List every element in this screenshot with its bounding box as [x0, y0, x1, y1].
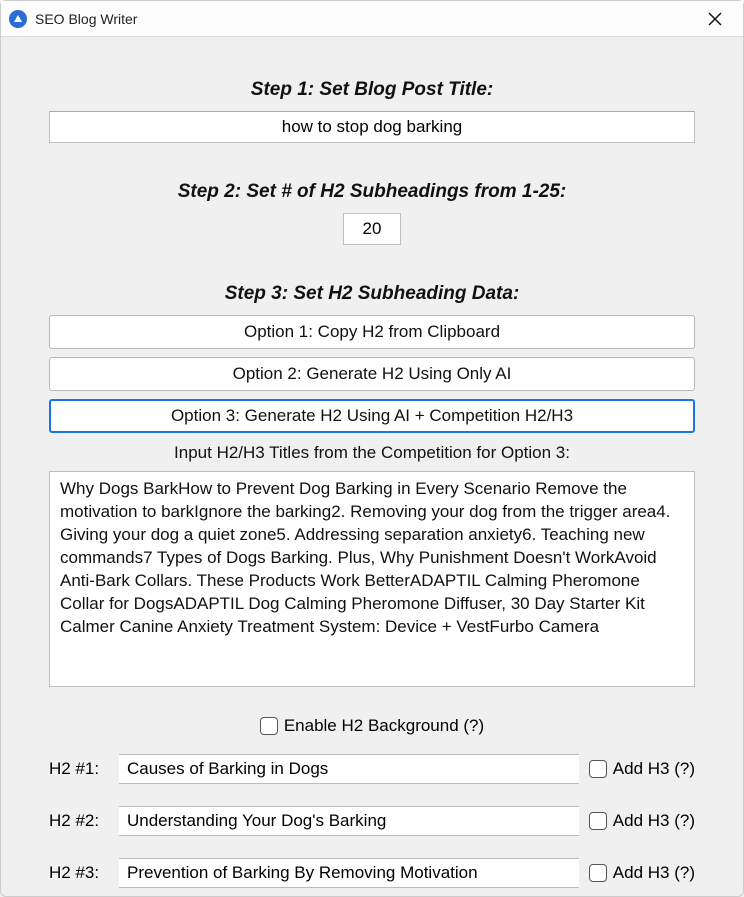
add-h3-label: Add H3 (?): [613, 863, 695, 883]
option2-button[interactable]: Option 2: Generate H2 Using Only AI: [49, 357, 695, 391]
h2-row-1: H2 #1: Add H3 (?): [49, 754, 695, 784]
h2-input-3[interactable]: [119, 858, 579, 888]
add-h3-group-3: Add H3 (?): [589, 863, 695, 883]
add-h3-group-2: Add H3 (?): [589, 811, 695, 831]
h2-input-1[interactable]: [119, 754, 579, 784]
add-h3-checkbox-1[interactable]: [589, 760, 607, 778]
h2-input-2[interactable]: [119, 806, 579, 836]
h2-count-input[interactable]: [343, 213, 401, 245]
enable-bg-row: Enable H2 Background (?): [49, 716, 695, 736]
add-h3-checkbox-2[interactable]: [589, 812, 607, 830]
competition-textarea[interactable]: [49, 471, 695, 687]
main-content[interactable]: Step 1: Set Blog Post Title: Step 2: Set…: [1, 37, 743, 896]
add-h3-checkbox-3[interactable]: [589, 864, 607, 882]
window-title: SEO Blog Writer: [35, 11, 695, 27]
add-h3-label: Add H3 (?): [613, 759, 695, 779]
blog-title-input[interactable]: [49, 111, 695, 143]
h2-row-label: H2 #3:: [49, 863, 109, 883]
step3-heading: Step 3: Set H2 Subheading Data:: [49, 283, 695, 305]
close-button[interactable]: [695, 1, 735, 37]
step2-heading: Step 2: Set # of H2 Subheadings from 1-2…: [49, 181, 695, 203]
h2-row-3: H2 #3: Add H3 (?): [49, 858, 695, 888]
h2-row-2: H2 #2: Add H3 (?): [49, 806, 695, 836]
close-icon: [708, 12, 722, 26]
h2-row-label: H2 #1:: [49, 759, 109, 779]
add-h3-group-1: Add H3 (?): [589, 759, 695, 779]
enable-bg-checkbox[interactable]: [260, 717, 278, 735]
option3-button[interactable]: Option 3: Generate H2 Using AI + Competi…: [49, 399, 695, 433]
titlebar: SEO Blog Writer: [1, 1, 743, 37]
add-h3-label: Add H3 (?): [613, 811, 695, 831]
option1-button[interactable]: Option 1: Copy H2 from Clipboard: [49, 315, 695, 349]
competition-label: Input H2/H3 Titles from the Competition …: [49, 443, 695, 463]
app-icon: [9, 10, 27, 28]
enable-bg-label: Enable H2 Background (?): [284, 716, 484, 736]
step1-heading: Step 1: Set Blog Post Title:: [49, 79, 695, 101]
h2-row-label: H2 #2:: [49, 811, 109, 831]
